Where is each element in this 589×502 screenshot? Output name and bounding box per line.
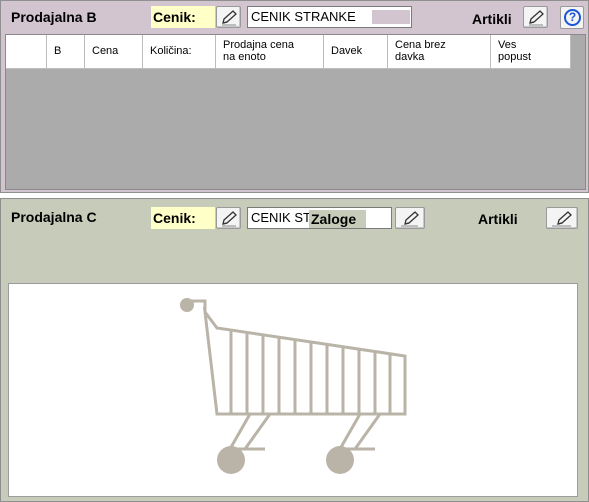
panel-b-cenik-label: Cenik: <box>151 6 215 28</box>
pencil-icon <box>222 10 237 26</box>
grid-col-kolicina[interactable]: Količina: <box>143 35 216 69</box>
pencil-icon <box>222 211 237 227</box>
panel-c-title: Prodajalna C <box>11 209 97 225</box>
panel-prodajalna-c: Prodajalna C Cenik: CENIK ST Zaloge Arti… <box>0 198 589 502</box>
panel-c-image-area <box>8 283 578 497</box>
grid-col-cena-brez-davka[interactable]: Cena brez davka <box>388 35 491 69</box>
panel-c-artikli-label: Artikli <box>478 211 518 227</box>
grid-col-ves-popust[interactable]: Ves popust <box>491 35 571 69</box>
panel-b-title: Prodajalna B <box>11 9 97 25</box>
panel-prodajalna-b: Prodajalna B Cenik: CENIK STRANKE Artikl… <box>0 0 589 193</box>
grid-header-row: B Cena Količina: Prodajna cena na enoto … <box>6 35 571 69</box>
grid-col-b[interactable]: B <box>47 35 85 69</box>
question-circle-icon: ? <box>564 9 581 26</box>
panel-c-zaloge-edit-button[interactable] <box>395 207 425 229</box>
panel-b-artikli-edit-button[interactable] <box>523 6 548 28</box>
panel-c-cenik-value: CENIK ST <box>251 210 311 225</box>
panel-c-artikli-edit-button[interactable] <box>546 207 578 229</box>
panel-c-cenik-label: Cenik: <box>151 207 215 229</box>
panel-b-cenik-edit-button[interactable] <box>216 6 241 28</box>
shopping-cart-icon <box>175 284 411 496</box>
grid-col-row-indicator[interactable] <box>6 35 47 69</box>
pencil-icon <box>401 211 419 227</box>
panel-b-cenik-value: CENIK STRANKE <box>251 9 356 24</box>
grid-col-cena[interactable]: Cena <box>85 35 143 69</box>
pencil-icon <box>529 10 544 26</box>
panel-b-cenik-selection <box>372 10 410 24</box>
grid-col-prodajna-cena[interactable]: Prodajna cena na enoto <box>216 35 324 69</box>
pencil-icon <box>552 211 572 227</box>
panel-b-cenik-field[interactable]: CENIK STRANKE <box>247 6 412 28</box>
panel-c-cenik-edit-button[interactable] <box>216 207 241 229</box>
panel-b-artikli-label: Artikli <box>472 11 512 27</box>
help-button[interactable]: ? <box>560 6 584 29</box>
grid-col-davek[interactable]: Davek <box>324 35 388 69</box>
panel-c-zaloge-label: Zaloge <box>309 210 366 228</box>
panel-b-grid[interactable]: B Cena Količina: Prodajna cena na enoto … <box>5 34 586 190</box>
